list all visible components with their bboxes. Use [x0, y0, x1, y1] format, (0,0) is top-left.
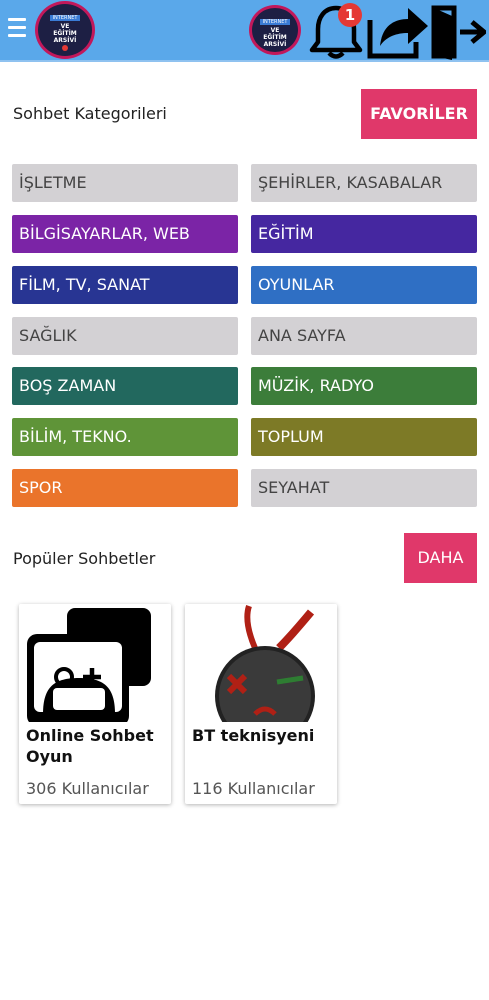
category-seyahat[interactable]: SEYAHAT: [251, 469, 477, 507]
logo-text-2: VE: [60, 23, 70, 30]
chat-card-users: 116 Kullanıcılar: [192, 779, 315, 798]
category-bilgisayarlar[interactable]: BİLGİSAYARLAR, WEB: [12, 215, 238, 253]
logo-text-3: EĞİTİM: [53, 30, 77, 37]
exit-icon[interactable]: [430, 2, 486, 60]
profile-logo-text-1: INTERNET: [259, 19, 291, 25]
chat-card-users: 306 Kullanıcılar: [26, 779, 149, 798]
category-saglik[interactable]: SAĞLIK: [12, 317, 238, 355]
category-toplum[interactable]: TOPLUM: [251, 418, 477, 456]
category-ana-sayfa[interactable]: ANA SAYFA: [251, 317, 477, 355]
profile-logo-text-3: EĞİTİM: [263, 34, 287, 41]
category-isletme[interactable]: İŞLETME: [12, 164, 238, 202]
profile-logo[interactable]: INTERNET VE EĞİTİM ARSİVİ: [249, 5, 301, 55]
categories-title: Sohbet Kategorileri: [13, 104, 167, 123]
category-egitim[interactable]: EĞİTİM: [251, 215, 477, 253]
category-sehirler[interactable]: ŞEHİRLER, KASABALAR: [251, 164, 477, 202]
more-button[interactable]: DAHA: [404, 533, 477, 583]
app-header: INTERNET VE EĞİTİM ARSİVİ INTERNET VE EĞ…: [0, 0, 489, 62]
menu-icon[interactable]: [8, 18, 28, 40]
category-spor[interactable]: SPOR: [12, 469, 238, 507]
logo-text-4: ARSİVİ: [53, 37, 77, 44]
category-oyunlar[interactable]: OYUNLAR: [251, 266, 477, 304]
chat-card-image: [185, 604, 337, 722]
gamepad-chat-icon: [27, 608, 151, 722]
popular-title: Popüler Sohbetler: [13, 549, 156, 568]
share-icon[interactable]: [366, 2, 430, 60]
chat-card-bt-teknisyeni[interactable]: BT teknisyeni 116 Kullanıcılar: [185, 604, 337, 804]
app-logo[interactable]: INTERNET VE EĞİTİM ARSİVİ: [35, 1, 95, 59]
notification-badge: 1: [338, 3, 362, 27]
logo-dot: [62, 45, 68, 51]
favorites-button[interactable]: FAVORİLER: [361, 89, 477, 139]
profile-logo-text-2: VE: [270, 27, 280, 34]
robot-avatar-icon: [215, 605, 315, 722]
profile-logo-text-4: ARSİVİ: [263, 41, 287, 48]
logo-text-1: INTERNET: [49, 15, 81, 21]
category-bilim-tekno[interactable]: BİLİM, TEKNO.: [12, 418, 238, 456]
chat-card-name: Online Sohbet Oyun: [26, 726, 154, 766]
chat-card-online-sohbet-oyun[interactable]: Online Sohbet Oyun 306 Kullanıcılar: [19, 604, 171, 804]
category-film-tv[interactable]: FİLM, TV, SANAT: [12, 266, 238, 304]
chat-card-image: [19, 604, 171, 722]
category-muzik-radyo[interactable]: MÜZİK, RADYO: [251, 367, 477, 405]
chat-card-name: BT teknisyeni: [192, 726, 315, 745]
category-bos-zaman[interactable]: BOŞ ZAMAN: [12, 367, 238, 405]
